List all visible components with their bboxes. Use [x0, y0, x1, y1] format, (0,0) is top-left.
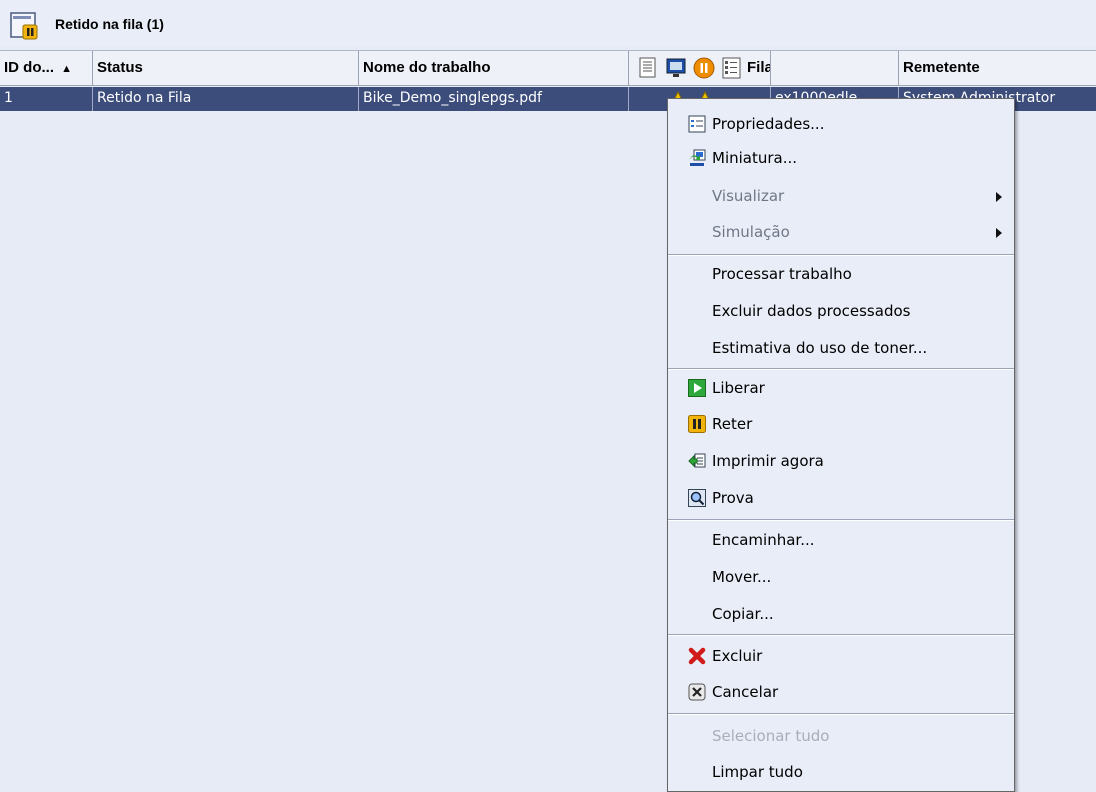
- menu-item-label: Selecionar tudo: [712, 727, 830, 745]
- menu-item-label: Processar trabalho: [712, 265, 852, 283]
- column-header-sender[interactable]: Remetente: [899, 51, 1096, 85]
- menu-item-label: Imprimir agora: [712, 452, 824, 470]
- menu-item-release[interactable]: Liberar: [668, 371, 1014, 405]
- menu-item-label: Prova: [712, 489, 754, 507]
- cell-status: Retido na Fila: [93, 87, 359, 111]
- menu-item-label: Liberar: [712, 379, 765, 397]
- sort-ascending-icon: ▲: [61, 63, 73, 75]
- menu-item-label: Limpar tudo: [712, 763, 803, 781]
- table-header: ID do... ▲ Status Nome do trabalho Fila …: [0, 50, 1096, 86]
- column-label-status: Status: [97, 59, 143, 76]
- menu-separator: [668, 519, 1014, 521]
- menu-item-cancel[interactable]: Cancelar: [668, 675, 1014, 709]
- delete-x-icon: [688, 647, 706, 665]
- menu-item-label: Cancelar: [712, 683, 779, 701]
- hold-column-icon[interactable]: [693, 57, 715, 79]
- menu-item-proof[interactable]: Prova: [668, 481, 1014, 515]
- menu-item-label: Excluir: [712, 647, 763, 665]
- submenu-arrow-icon: [996, 228, 1002, 238]
- column-label-job-name: Nome do trabalho: [363, 59, 491, 76]
- menu-item-hold[interactable]: Reter: [668, 407, 1014, 441]
- cancel-icon: [688, 683, 706, 701]
- menu-item-label: Excluir dados processados: [712, 302, 911, 320]
- menu-item-label: Reter: [712, 415, 753, 433]
- context-menu: Propriedades... Miniatura... Visualizar …: [667, 98, 1015, 792]
- properties-icon: [688, 115, 706, 133]
- cell-id: 1: [0, 87, 93, 111]
- menu-item-label: Encaminhar...: [712, 531, 815, 549]
- document-column-icon[interactable]: [637, 57, 659, 79]
- play-icon: [688, 379, 706, 397]
- menu-item-label: Copiar...: [712, 605, 774, 623]
- submenu-arrow-icon: [996, 192, 1002, 202]
- print-now-icon: [688, 453, 706, 468]
- menu-item-label: Simulação: [712, 223, 790, 241]
- menu-item-label: Mover...: [712, 568, 772, 586]
- icon-columns: Fila: [629, 51, 771, 85]
- checklist-column-icon[interactable]: [721, 57, 743, 79]
- menu-item-label: Estimativa do uso de toner...: [712, 339, 928, 357]
- menu-item-label: Miniatura...: [712, 149, 798, 167]
- pause-icon: [688, 415, 706, 433]
- menu-item-delete-processed-data[interactable]: Excluir dados processados: [668, 294, 1014, 328]
- column-header-id[interactable]: ID do... ▲: [0, 51, 93, 85]
- menu-item-label: Visualizar: [712, 187, 785, 205]
- menu-item-label: Propriedades...: [712, 115, 825, 133]
- column-label-id: ID do...: [4, 59, 54, 76]
- menu-item-print-now[interactable]: Imprimir agora: [668, 444, 1014, 478]
- menu-item-visualize[interactable]: Visualizar: [668, 179, 1014, 213]
- menu-item-select-all[interactable]: Selecionar tudo: [668, 719, 1014, 753]
- queue-title: Retido na fila (1): [55, 16, 164, 32]
- menu-item-clear-all[interactable]: Limpar tudo: [668, 755, 1014, 789]
- menu-separator: [668, 254, 1014, 256]
- column-label-sender: Remetente: [903, 59, 980, 76]
- cell-job-name: Bike_Demo_singlepgs.pdf: [359, 87, 629, 111]
- column-header-queue-spacer: [771, 51, 899, 85]
- menu-separator: [668, 634, 1014, 636]
- queue-header: Retido na fila (1): [0, 0, 1096, 46]
- menu-item-toner-estimate[interactable]: Estimativa do uso de toner...: [668, 331, 1014, 365]
- column-label-queue[interactable]: Fila: [747, 51, 770, 85]
- column-header-job-name[interactable]: Nome do trabalho: [359, 51, 629, 85]
- menu-item-process-job[interactable]: Processar trabalho: [668, 257, 1014, 291]
- menu-item-forward[interactable]: Encaminhar...: [668, 523, 1014, 557]
- menu-item-move[interactable]: Mover...: [668, 560, 1014, 594]
- proof-icon: [688, 489, 706, 507]
- menu-item-delete[interactable]: Excluir: [668, 639, 1014, 673]
- menu-separator: [668, 368, 1014, 370]
- column-header-status[interactable]: Status: [93, 51, 359, 85]
- thumbnail-icon: [689, 149, 706, 166]
- monitor-column-icon[interactable]: [665, 57, 687, 79]
- menu-item-properties[interactable]: Propriedades...: [668, 107, 1014, 141]
- menu-item-simulation[interactable]: Simulação: [668, 215, 1014, 249]
- menu-item-copy[interactable]: Copiar...: [668, 597, 1014, 631]
- menu-separator: [668, 713, 1014, 715]
- held-queue-icon: [10, 12, 38, 40]
- menu-item-thumbnail[interactable]: Miniatura...: [668, 141, 1014, 175]
